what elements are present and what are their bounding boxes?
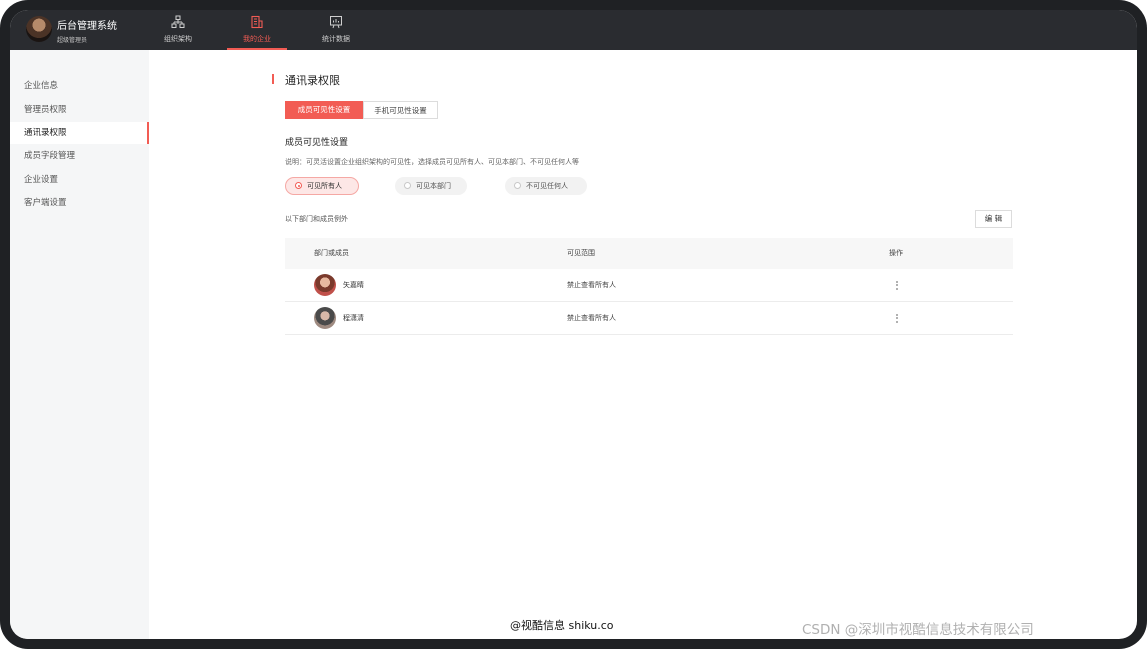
column-header-member: 部门或成员: [314, 249, 349, 257]
table-row[interactable]: 矢嘉睛 禁止查看所有人: [285, 269, 1013, 302]
column-header-actions: 操作: [889, 249, 903, 257]
nav-label-my-enterprise: 我的企业: [243, 35, 271, 43]
nav-label-org-structure: 组织架构: [164, 35, 192, 43]
radio-invisible-to-all[interactable]: 不可见任何人: [505, 177, 587, 195]
radio-label: 可见本部门: [416, 182, 451, 190]
radio-visible-to-all[interactable]: 可见所有人: [285, 177, 359, 195]
more-vertical-icon[interactable]: [893, 279, 901, 292]
radio-unchecked-icon: [514, 182, 521, 189]
member-name: 程潇清: [343, 314, 364, 322]
nav-item-statistics[interactable]: 统计数据: [315, 15, 357, 50]
nav-item-org-structure[interactable]: 组织架构: [158, 15, 198, 50]
app-title: 后台管理系统: [57, 21, 117, 32]
title-accent-bar: [272, 74, 274, 84]
sidebar-item-enterprise-info[interactable]: 企业信息: [10, 75, 149, 97]
avatar: [314, 274, 336, 296]
avatar: [314, 307, 336, 329]
radio-visible-to-department[interactable]: 可见本部门: [395, 177, 467, 195]
exceptions-table: 部门或成员 可见范围 操作 矢嘉睛 禁止查看所有人 程潇清 禁止查看所有人: [285, 238, 1013, 335]
radio-label: 不可见任何人: [526, 182, 568, 190]
watermark-center: @视酷信息 shiku.co: [510, 619, 614, 632]
tab-phone-visibility[interactable]: 手机可见性设置: [363, 101, 438, 119]
table-header: 部门或成员 可见范围 操作: [285, 238, 1013, 269]
member-name: 矢嘉睛: [343, 281, 364, 289]
column-header-scope: 可见范围: [567, 249, 595, 257]
top-navigation-bar: 后台管理系统 超级管理员 组织架构 我的企业 统计数据: [10, 10, 1137, 50]
edit-button[interactable]: 编 辑: [975, 210, 1012, 228]
visibility-scope: 禁止查看所有人: [567, 314, 616, 322]
sidebar-item-contacts-permissions[interactable]: 通讯录权限: [10, 122, 149, 144]
radio-label: 可见所有人: [307, 182, 342, 190]
more-vertical-icon[interactable]: [893, 312, 901, 325]
nav-label-statistics: 统计数据: [322, 35, 350, 43]
app-screen: 后台管理系统 超级管理员 组织架构 我的企业 统计数据 企业信息 管理员权限 通…: [10, 10, 1137, 639]
tab-member-visibility[interactable]: 成员可见性设置: [285, 101, 363, 119]
sidebar-item-enterprise-settings[interactable]: 企业设置: [10, 169, 149, 191]
exceptions-label: 以下部门和成员例外: [285, 215, 348, 223]
table-row[interactable]: 程潇清 禁止查看所有人: [285, 302, 1013, 335]
user-role: 超级管理员: [57, 37, 88, 44]
sidebar-item-client-settings[interactable]: 客户端设置: [10, 192, 149, 214]
nav-item-my-enterprise[interactable]: 我的企业: [227, 15, 287, 50]
sidebar-item-admin-permissions[interactable]: 管理员权限: [10, 99, 149, 121]
radio-checked-icon: [295, 182, 302, 189]
sidebar-item-member-fields[interactable]: 成员字段管理: [10, 145, 149, 167]
sidebar: 企业信息 管理员权限 通讯录权限 成员字段管理 企业设置 客户端设置: [10, 50, 149, 639]
enterprise-icon: [251, 15, 263, 29]
org-structure-icon: [171, 15, 185, 28]
active-nav-indicator: [227, 48, 287, 50]
watermark-right: CSDN @深圳市视酷信息技术有限公司: [802, 622, 1034, 638]
page-title: 通讯录权限: [285, 74, 340, 87]
visibility-scope: 禁止查看所有人: [567, 281, 616, 289]
avatar[interactable]: [26, 16, 52, 42]
statistics-icon: [330, 16, 342, 29]
radio-unchecked-icon: [404, 182, 411, 189]
section-heading: 成员可见性设置: [285, 138, 349, 148]
description-text: 说明：可灵活设置企业组织架构的可见性，选择成员可见所有人、可见本部门、不可见任何…: [285, 158, 579, 166]
device-frame: 后台管理系统 超级管理员 组织架构 我的企业 统计数据 企业信息 管理员权限 通…: [0, 0, 1147, 649]
